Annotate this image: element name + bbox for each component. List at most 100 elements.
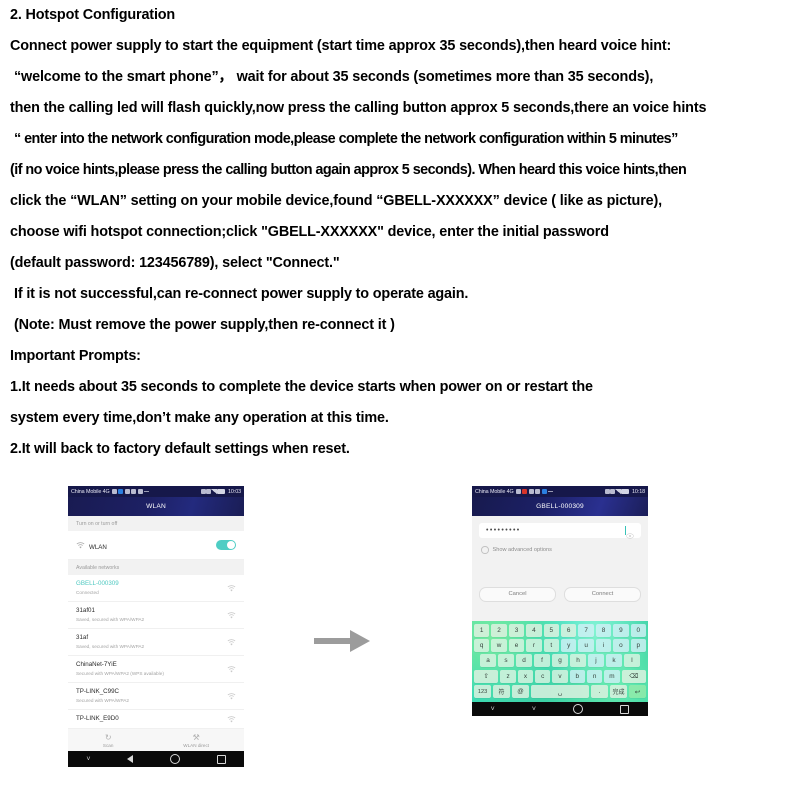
- key-h[interactable]: h: [570, 654, 586, 668]
- key-q[interactable]: q: [473, 638, 490, 652]
- chevron-down-icon[interactable]: ˅: [532, 706, 536, 713]
- scan-tool[interactable]: ↻ Scan: [103, 733, 113, 748]
- key-2[interactable]: 2: [491, 623, 507, 637]
- key-n[interactable]: n: [586, 669, 603, 683]
- key-f[interactable]: f: [534, 654, 550, 668]
- key-m[interactable]: m: [604, 669, 620, 683]
- key-k[interactable]: k: [606, 654, 622, 668]
- numeric-mode-key[interactable]: 123: [474, 685, 492, 699]
- paragraph-line: (Note: Must remove the power supply,then…: [14, 317, 395, 333]
- key-z[interactable]: z: [500, 669, 516, 683]
- status-bar: China Mobile 4G 10:03: [68, 486, 244, 497]
- key-c[interactable]: c: [535, 669, 551, 683]
- key-d[interactable]: d: [516, 654, 532, 668]
- keyboard-row-numbers: 1 2 3 4 5 6 7 8 9 0: [473, 623, 647, 637]
- key-1[interactable]: 1: [473, 623, 490, 637]
- key-j[interactable]: j: [588, 654, 604, 668]
- backspace-key-icon[interactable]: ⌫: [621, 669, 647, 683]
- network-list-item[interactable]: 31af Saved, secured with WPA/WPA2: [68, 629, 244, 656]
- status-bar: China Mobile 4G 10:18: [472, 486, 648, 497]
- recents-icon[interactable]: [216, 754, 226, 764]
- network-text: TP-LINK_E9D0: [76, 715, 227, 723]
- key-w[interactable]: w: [491, 638, 507, 652]
- key-y[interactable]: y: [561, 638, 577, 652]
- battery-icon: [217, 489, 225, 494]
- keyboard-row-qwerty: q w e r t y u i o p: [473, 638, 647, 652]
- connect-button[interactable]: Connect: [564, 586, 641, 602]
- network-list-item[interactable]: 31af01 Saved, secured with WPA/WPA2: [68, 602, 244, 629]
- wlan-direct-label: WLAN direct: [183, 743, 210, 748]
- key-l[interactable]: l: [624, 654, 640, 668]
- space-key[interactable]: ␣: [531, 685, 589, 699]
- key-5[interactable]: 5: [543, 623, 559, 637]
- chevron-down-icon[interactable]: ˅: [491, 706, 495, 713]
- key-b[interactable]: b: [569, 669, 585, 683]
- key-0[interactable]: 0: [630, 623, 647, 637]
- wifi-signal-icon: [227, 611, 236, 619]
- clock-label: 10:03: [228, 488, 241, 495]
- network-list-item[interactable]: GBELL-000309 Connected: [68, 575, 244, 602]
- enter-key-icon[interactable]: ↩: [628, 685, 646, 699]
- symbol-mode-key[interactable]: 符: [493, 685, 511, 699]
- alert-icon: [522, 489, 528, 494]
- key-v[interactable]: v: [552, 669, 568, 683]
- paragraph-line: system every time,don’t make any operati…: [10, 410, 389, 426]
- wlan-toggle-switch[interactable]: [216, 539, 236, 551]
- home-icon[interactable]: [573, 704, 584, 715]
- key-u[interactable]: u: [578, 638, 594, 652]
- recents-icon[interactable]: [620, 704, 630, 714]
- key-i[interactable]: i: [595, 638, 612, 652]
- key-p[interactable]: p: [630, 638, 647, 652]
- important-prompts-heading: Important Prompts:: [10, 348, 141, 364]
- key-9[interactable]: 9: [613, 623, 629, 637]
- key-t[interactable]: t: [543, 638, 559, 652]
- message-icon: [541, 489, 547, 494]
- at-key[interactable]: @: [512, 685, 530, 699]
- network-list-item[interactable]: TP-LINK_E9D0: [68, 710, 244, 729]
- cancel-button[interactable]: Cancel: [479, 586, 556, 602]
- carrier-label: China Mobile 4G: [71, 488, 110, 495]
- key-e[interactable]: e: [508, 638, 525, 652]
- network-status: Saved, secured with WPA/WPA2: [76, 617, 145, 622]
- wifi-signal-icon: [227, 584, 236, 592]
- paragraph-line: then the calling led will flash quickly,…: [10, 100, 707, 116]
- key-g[interactable]: g: [552, 654, 568, 668]
- paragraph-line: “ enter into the network configuration m…: [14, 131, 678, 147]
- network-name: 31af01: [76, 607, 95, 614]
- key-a[interactable]: a: [480, 654, 496, 668]
- show-advanced-options-row[interactable]: Show advanced options: [479, 546, 641, 554]
- chevron-down-icon[interactable]: ˅: [86, 756, 90, 763]
- key-8[interactable]: 8: [595, 623, 612, 637]
- key-7[interactable]: 7: [578, 623, 594, 637]
- section-label-toggle: Turn on or turn off: [68, 516, 244, 531]
- network-list-item[interactable]: TP-LINK_C99C Secured with WPA/WPA2: [68, 683, 244, 710]
- wlan-direct-tool[interactable]: ⚒ WLAN direct: [183, 733, 209, 748]
- shift-key-icon[interactable]: ⇧: [474, 669, 499, 683]
- password-input[interactable]: •••••••••: [479, 523, 641, 539]
- password-value: •••••••••: [486, 526, 521, 534]
- eye-icon[interactable]: [626, 527, 634, 539]
- home-icon[interactable]: [169, 754, 180, 764]
- key-4[interactable]: 4: [526, 623, 542, 637]
- key-r[interactable]: r: [526, 638, 542, 652]
- period-key[interactable]: .: [590, 685, 608, 699]
- key-3[interactable]: 3: [508, 623, 525, 637]
- dash-icon: [144, 491, 150, 492]
- clock-label: 10:18: [632, 488, 645, 495]
- back-icon[interactable]: [127, 755, 134, 763]
- instruction-document: 2. Hotspot Configuration Connect power s…: [0, 0, 800, 465]
- key-s[interactable]: s: [498, 654, 514, 668]
- checkbox-icon[interactable]: [481, 546, 489, 554]
- network-list-item[interactable]: ChinaNet-7YiE Secured with WPA/WPA2 (WPS…: [68, 656, 244, 683]
- network-status: Connected: [76, 590, 99, 595]
- network-name: 31af: [76, 634, 89, 641]
- done-key[interactable]: 完成: [609, 685, 627, 699]
- key-o[interactable]: o: [613, 638, 629, 652]
- key-x[interactable]: x: [517, 669, 534, 683]
- network-text: 31af Saved, secured with WPA/WPA2: [76, 634, 227, 650]
- key-6[interactable]: 6: [561, 623, 577, 637]
- status-icons: [515, 489, 554, 494]
- wlan-toggle-row[interactable]: WLAN: [68, 531, 244, 560]
- network-text: 31af01 Saved, secured with WPA/WPA2: [76, 607, 227, 623]
- show-advanced-options-label: Show advanced options: [492, 546, 552, 553]
